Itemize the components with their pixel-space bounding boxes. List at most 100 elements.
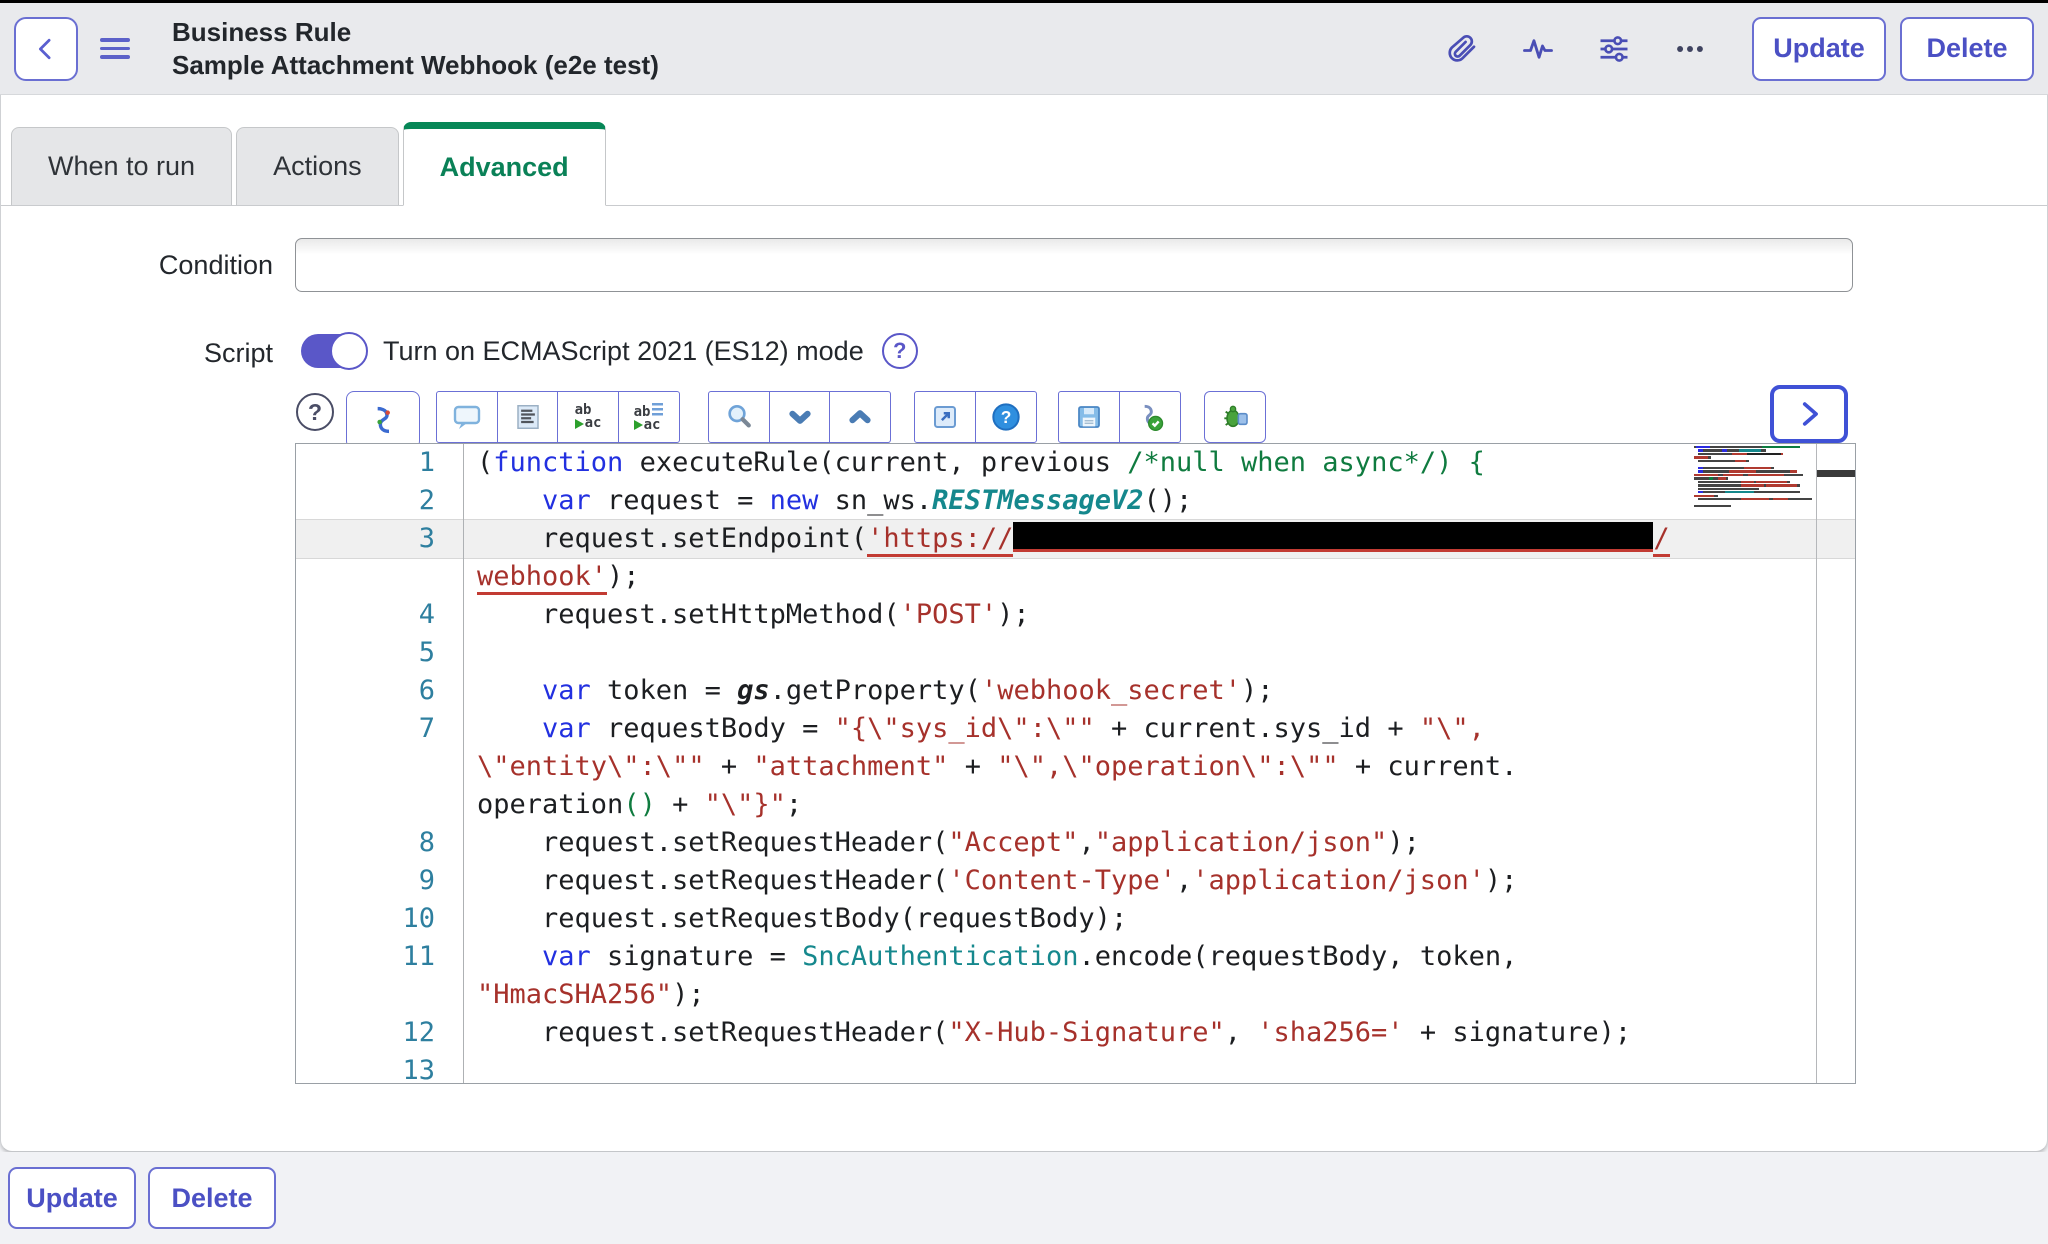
form-card: When to run Actions Advanced Condition S… xyxy=(0,95,2048,1152)
more-options-icon[interactable] xyxy=(1670,29,1710,69)
chevron-left-icon xyxy=(31,34,61,64)
chevron-down-icon xyxy=(785,402,815,432)
help-circle-blue-icon: ? xyxy=(990,401,1022,433)
es-mode-help-icon[interactable]: ? xyxy=(882,333,918,369)
search-button[interactable] xyxy=(708,391,770,443)
code-line: 5 xyxy=(296,634,1855,672)
gutter-separator xyxy=(463,444,464,1083)
replace-all-button[interactable]: abac xyxy=(618,391,680,443)
code-text: "HmacSHA256"); xyxy=(463,976,705,1014)
form-footer: Update Delete xyxy=(0,1152,2048,1244)
tab-bar: When to run Actions Advanced xyxy=(1,122,2047,206)
personalize-filter-icon[interactable] xyxy=(1594,29,1634,69)
code-text: var request = new sn_ws.RESTMessageV2(); xyxy=(463,482,1192,520)
debug-button[interactable] xyxy=(1204,391,1266,443)
header-icons xyxy=(1442,29,1710,69)
code-text: webhook'); xyxy=(463,558,640,596)
find-next-button[interactable] xyxy=(769,391,831,443)
line-number: 2 xyxy=(296,482,463,520)
code-text: request.setRequestBody(requestBody); xyxy=(463,900,1127,938)
redacted-url xyxy=(1013,522,1653,552)
code-line: 6var token = gs.getProperty('webhook_sec… xyxy=(296,672,1855,710)
bug-debug-icon xyxy=(1219,401,1251,433)
script-editor-toolbar: ? xyxy=(296,385,1854,445)
line-number xyxy=(296,786,463,824)
line-number: 9 xyxy=(296,862,463,900)
line-number: 7 xyxy=(296,710,463,748)
code-line: \"entity\":\"" + "attachment" + "\",\"op… xyxy=(296,748,1855,786)
tab-when-to-run[interactable]: When to run xyxy=(11,127,232,205)
open-in-window-button[interactable] xyxy=(914,391,976,443)
code-line: 12request.setRequestHeader("X-Hub-Signat… xyxy=(296,1014,1855,1052)
replace-button[interactable]: abac xyxy=(557,391,619,443)
line-number: 10 xyxy=(296,900,463,938)
code-text: operation() + "\"}"; xyxy=(463,786,802,824)
toggle-syntax-editor-button[interactable] xyxy=(346,391,420,449)
line-number: 11 xyxy=(296,938,463,976)
editor-help-icon[interactable]: ? xyxy=(296,393,334,431)
search-icon xyxy=(723,401,755,433)
record-type-title: Business Rule xyxy=(172,16,659,49)
line-number: 1 xyxy=(296,444,463,482)
scrollbar-thumb[interactable] xyxy=(1817,470,1855,477)
toggle-comment-button[interactable] xyxy=(436,391,498,443)
tab-advanced[interactable]: Advanced xyxy=(403,122,606,206)
code-text: request.setRequestHeader('Content-Type',… xyxy=(463,862,1517,900)
find-previous-button[interactable] xyxy=(829,391,891,443)
es-mode-toggle-row: Turn on ECMAScript 2021 (ES12) mode ? xyxy=(301,333,918,369)
popout-icon xyxy=(930,402,960,432)
syntax-check-button[interactable] xyxy=(1119,391,1181,443)
form-header: Business Rule Sample Attachment Webhook … xyxy=(0,3,2048,95)
context-menu-icon[interactable] xyxy=(100,38,130,59)
save-button[interactable] xyxy=(1058,391,1120,443)
condition-input[interactable] xyxy=(295,238,1853,292)
update-button-header[interactable]: Update xyxy=(1752,17,1886,81)
page-title: Business Rule Sample Attachment Webhook … xyxy=(172,16,659,82)
editor-help-button[interactable]: ? xyxy=(975,391,1037,443)
chevron-up-icon xyxy=(845,402,875,432)
replace-icon: abac xyxy=(575,404,602,430)
code-line: 4request.setHttpMethod('POST'); xyxy=(296,596,1855,634)
code-line: 1(function executeRule(current, previous… xyxy=(296,444,1855,482)
delete-button-header[interactable]: Delete xyxy=(1900,17,2034,81)
code-line: webhook'); xyxy=(296,558,1855,596)
script-check-icon xyxy=(1134,401,1166,433)
expand-editor-button[interactable] xyxy=(1770,385,1848,443)
code-line: "HmacSHA256"); xyxy=(296,976,1855,1014)
code-text: request.setHttpMethod('POST'); xyxy=(463,596,1030,634)
code-line: 8request.setRequestHeader("Accept","appl… xyxy=(296,824,1855,862)
save-floppy-icon xyxy=(1074,402,1104,432)
delete-button-footer[interactable]: Delete xyxy=(148,1167,276,1229)
code-line: 3request.setEndpoint('https:/// xyxy=(296,520,1855,558)
activity-stream-icon[interactable] xyxy=(1518,29,1558,69)
ecmascript-mode-label: Turn on ECMAScript 2021 (ES12) mode xyxy=(383,336,864,367)
code-lines: 1(function executeRule(current, previous… xyxy=(296,444,1855,1084)
code-line: 10request.setRequestBody(requestBody); xyxy=(296,900,1855,938)
code-text: var requestBody = "{\"sys_id\":\"" + cur… xyxy=(463,710,1485,748)
comment-bubble-icon xyxy=(451,401,483,433)
line-number: 13 xyxy=(296,1052,463,1084)
line-number xyxy=(296,748,463,786)
attachment-icon[interactable] xyxy=(1442,29,1482,69)
format-document-icon xyxy=(513,402,543,432)
line-number xyxy=(296,976,463,1014)
script-code-editor[interactable]: 1(function executeRule(current, previous… xyxy=(295,443,1856,1084)
script-label: Script xyxy=(1,338,273,369)
code-line: 9request.setRequestHeader('Content-Type'… xyxy=(296,862,1855,900)
code-text: request.setRequestHeader("X-Hub-Signatur… xyxy=(463,1014,1631,1052)
editor-minimap[interactable] xyxy=(1694,446,1816,509)
code-text: request.setEndpoint('https:/// xyxy=(463,520,1670,558)
replace-all-icon: abac xyxy=(634,403,664,432)
back-button[interactable] xyxy=(14,17,78,81)
editor-scrollbar[interactable] xyxy=(1817,444,1855,1083)
top-border xyxy=(0,0,2048,3)
format-code-button[interactable] xyxy=(497,391,559,443)
ecmascript-mode-toggle[interactable] xyxy=(301,334,365,368)
code-line: 7var requestBody = "{\"sys_id\":\"" + cu… xyxy=(296,710,1855,748)
code-text: request.setRequestHeader("Accept","appli… xyxy=(463,824,1420,862)
line-number: 4 xyxy=(296,596,463,634)
update-button-footer[interactable]: Update xyxy=(8,1167,136,1229)
line-number: 3 xyxy=(296,520,463,558)
line-number: 12 xyxy=(296,1014,463,1052)
tab-actions[interactable]: Actions xyxy=(236,127,399,205)
